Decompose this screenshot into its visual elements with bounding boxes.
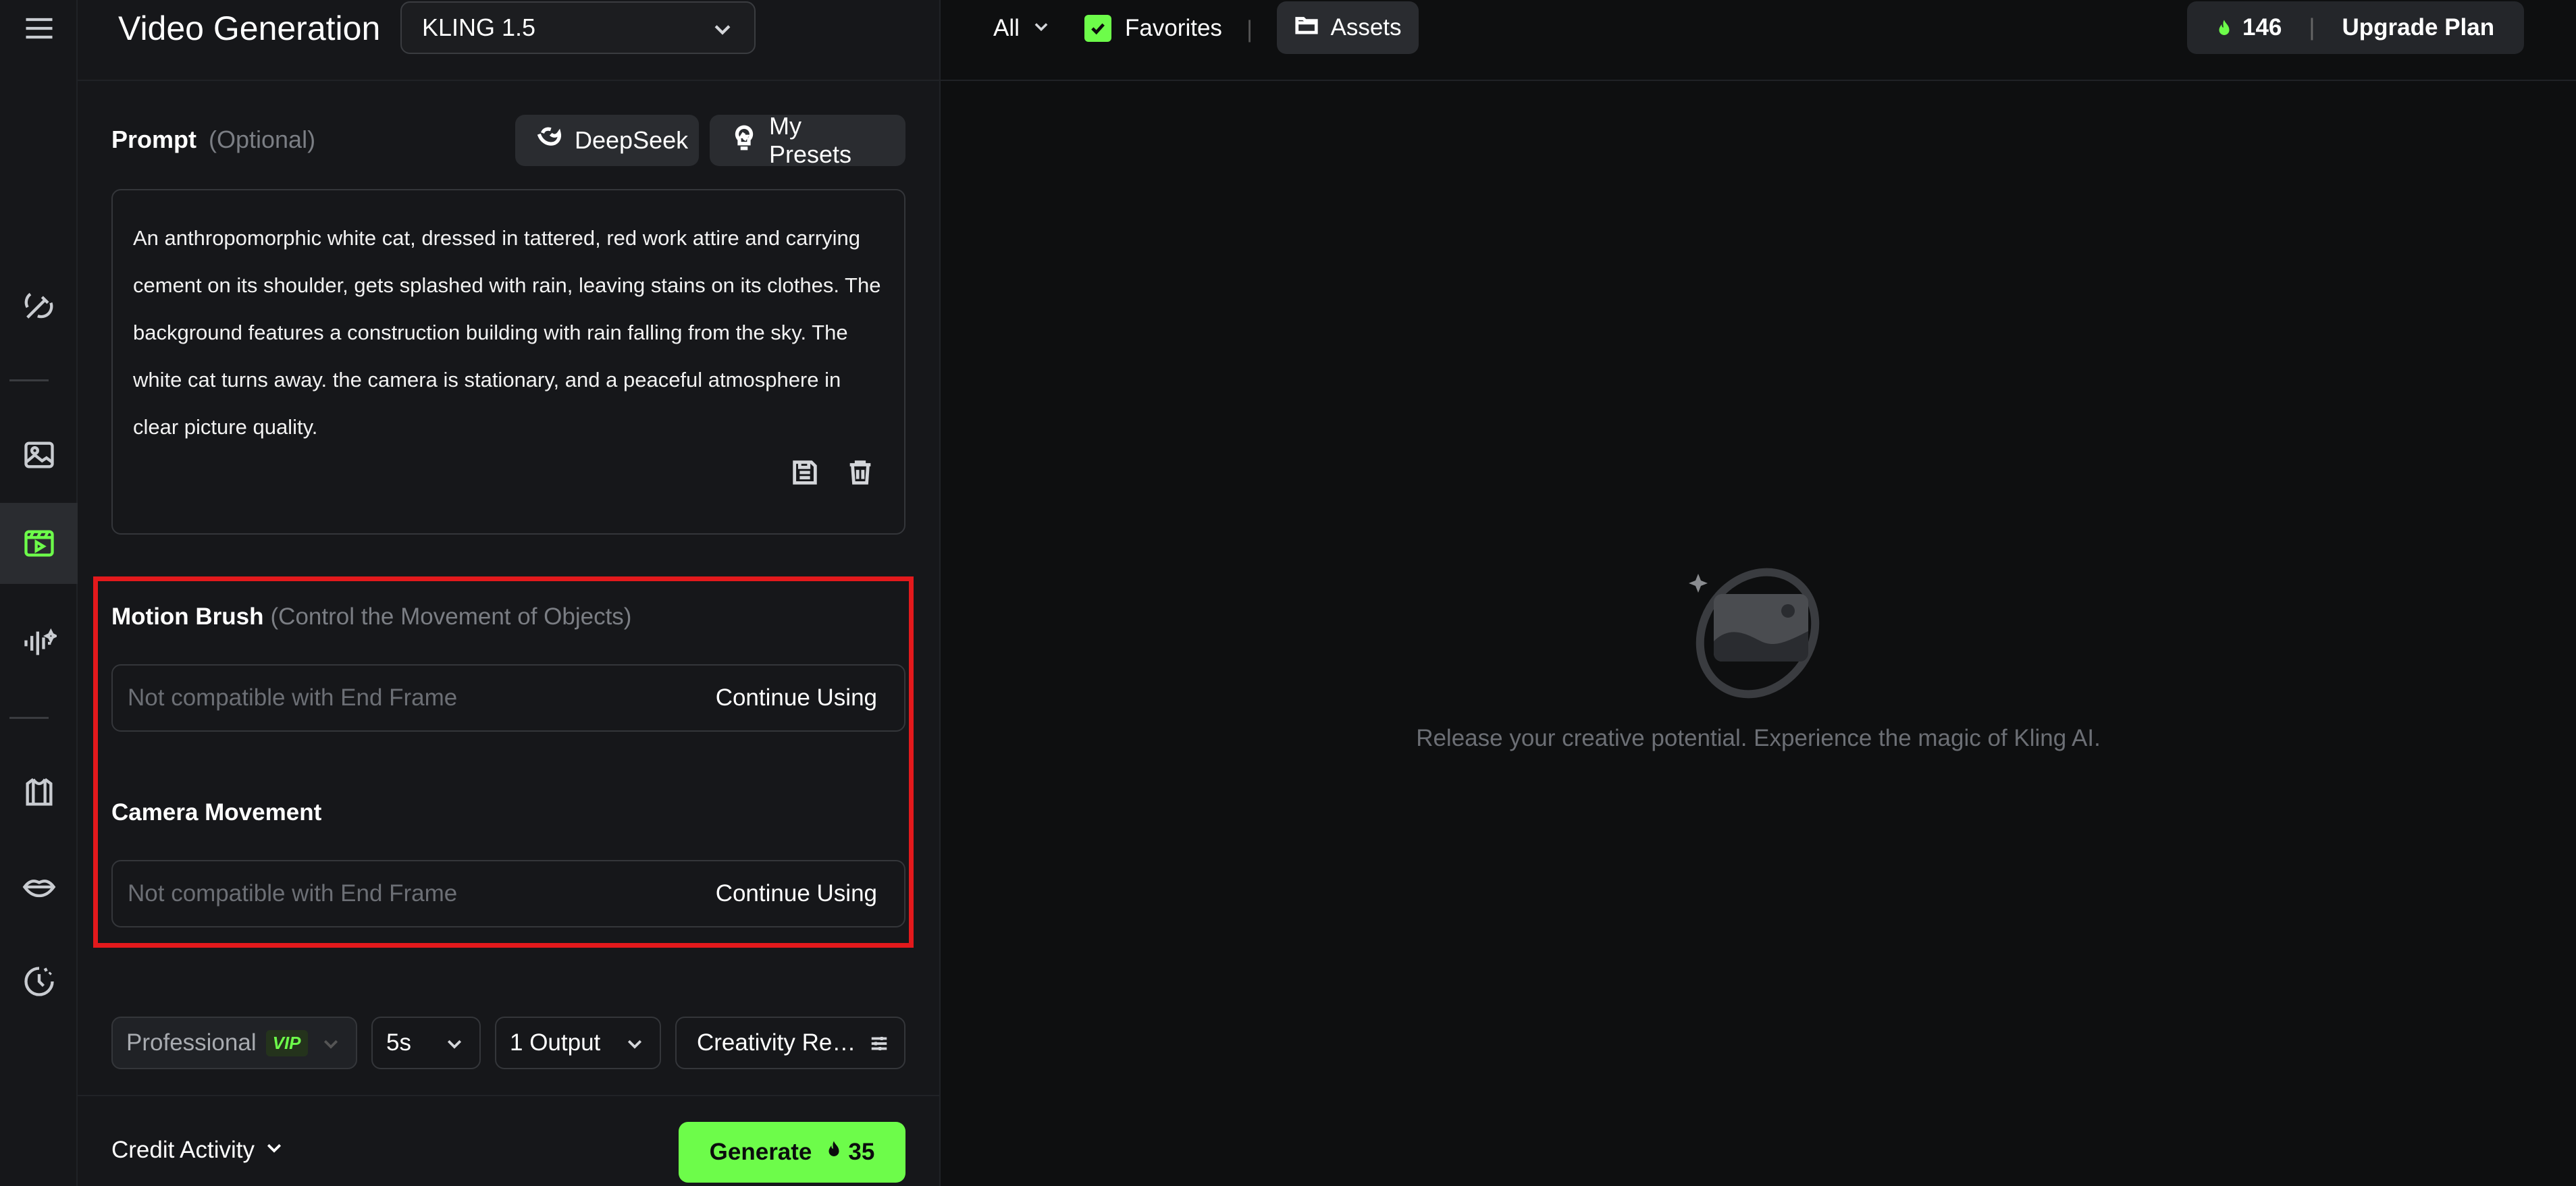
- deepseek-icon: [535, 124, 564, 158]
- credit-activity-dropdown[interactable]: Credit Activity: [111, 1137, 284, 1164]
- motion-brush-field[interactable]: Not compatible with End Frame Continue U…: [111, 664, 905, 732]
- panel-header: Video Generation KLING 1.5: [78, 0, 941, 81]
- chevron-down-icon: [1032, 15, 1051, 42]
- chevron-down-icon: [711, 18, 734, 41]
- output-count-value: 1 Output: [510, 1029, 601, 1056]
- camera-movement-field[interactable]: Not compatible with End Frame Continue U…: [111, 860, 905, 927]
- prompt-optional-hint: (Optional): [209, 126, 316, 153]
- credits-count: 146: [2242, 14, 2282, 41]
- upgrade-plan-button[interactable]: Upgrade Plan: [2342, 14, 2495, 41]
- credits-divider: |: [2309, 14, 2315, 41]
- flame-icon: [2214, 18, 2234, 38]
- shirt-icon[interactable]: [0, 759, 78, 826]
- menu-icon[interactable]: [0, 0, 78, 62]
- main-area: All Favorites | Assets 146 | Upgrade Pla…: [941, 0, 2576, 1186]
- camera-movement-label: Camera Movement: [111, 799, 322, 826]
- motion-brush-continue-button[interactable]: Continue Using: [716, 684, 877, 711]
- folder-icon: [1294, 12, 1319, 44]
- audio-icon[interactable]: [0, 610, 78, 677]
- motion-brush-title: Motion Brush: [111, 603, 264, 630]
- toolbar-divider: |: [1246, 16, 1253, 43]
- deepseek-label: DeepSeek: [575, 126, 689, 154]
- chevron-down-icon: [264, 1137, 284, 1164]
- motion-brush-hint: (Control the Movement of Objects): [270, 603, 632, 630]
- my-presets-button[interactable]: My Presets: [710, 112, 905, 168]
- chevron-down-icon: [444, 1033, 465, 1053]
- generate-cost: 35: [824, 1139, 874, 1166]
- lips-icon[interactable]: [0, 853, 78, 921]
- flame-icon: [824, 1139, 844, 1166]
- empty-state-message: Release your creative potential. Experie…: [1416, 725, 2101, 751]
- generate-cost-value: 35: [848, 1139, 875, 1165]
- magic-edit-icon[interactable]: [0, 272, 78, 340]
- duration-select[interactable]: 5s: [371, 1017, 481, 1069]
- presets-label: My Presets: [769, 112, 852, 168]
- image-icon[interactable]: [0, 421, 78, 489]
- generate-button[interactable]: Generate 35: [679, 1122, 905, 1183]
- prompt-text: An anthropomorphic white cat, dressed in…: [133, 226, 881, 439]
- rail-divider: [9, 717, 49, 719]
- trash-icon[interactable]: [845, 457, 876, 505]
- generate-label: Generate: [709, 1139, 812, 1165]
- deepseek-button[interactable]: DeepSeek: [515, 115, 699, 166]
- filter-dropdown[interactable]: All: [993, 15, 1051, 42]
- favorites-label: Favorites: [1125, 15, 1222, 41]
- empty-state-illustration: [1683, 567, 1832, 702]
- motion-brush-placeholder: Not compatible with End Frame: [128, 684, 458, 711]
- creativity-value: Creativity Re…: [697, 1029, 856, 1056]
- presets-icon: [730, 124, 758, 158]
- creativity-settings-button[interactable]: Creativity Re…: [675, 1017, 905, 1069]
- footer-divider: [78, 1095, 941, 1096]
- model-select-value: KLING 1.5: [422, 14, 536, 41]
- model-select[interactable]: KLING 1.5: [400, 1, 756, 54]
- camera-movement-continue-button[interactable]: Continue Using: [716, 880, 877, 907]
- left-rail: [0, 0, 78, 1186]
- generation-panel: Video Generation KLING 1.5 Prompt (Option…: [78, 0, 941, 1186]
- mode-select[interactable]: Professional VIP: [111, 1017, 357, 1069]
- output-count-select[interactable]: 1 Output: [495, 1017, 661, 1069]
- chevron-down-icon: [321, 1033, 341, 1053]
- history-icon[interactable]: [0, 948, 78, 1015]
- credit-activity-label: Credit Activity: [111, 1137, 255, 1163]
- rail-divider: [9, 379, 49, 381]
- video-icon[interactable]: [0, 503, 78, 584]
- camera-movement-placeholder: Not compatible with End Frame: [128, 880, 458, 907]
- duration-value: 5s: [386, 1029, 411, 1056]
- vip-badge: VIP: [265, 1029, 308, 1056]
- mode-value: Professional: [126, 1029, 257, 1056]
- credits-upgrade-box: 146 | Upgrade Plan: [2187, 1, 2524, 54]
- prompt-textarea[interactable]: An anthropomorphic white cat, dressed in…: [111, 189, 905, 535]
- filter-value: All: [993, 15, 1020, 41]
- prompt-label: Prompt (Optional): [111, 126, 315, 154]
- check-icon[interactable]: [1084, 15, 1111, 42]
- assets-button[interactable]: Assets: [1277, 1, 1419, 54]
- chevron-down-icon: [625, 1033, 645, 1053]
- motion-brush-label: Motion Brush (Control the Movement of Obj…: [111, 603, 631, 630]
- page-title: Video Generation: [118, 9, 381, 47]
- save-icon[interactable]: [789, 457, 820, 505]
- prompt-label-text: Prompt: [111, 126, 196, 153]
- main-toolbar: All Favorites | Assets 146 | Upgrade Pla…: [941, 0, 2576, 81]
- favorites-toggle[interactable]: Favorites: [1084, 15, 1222, 42]
- sliders-icon: [869, 1033, 889, 1053]
- assets-label: Assets: [1330, 14, 1402, 41]
